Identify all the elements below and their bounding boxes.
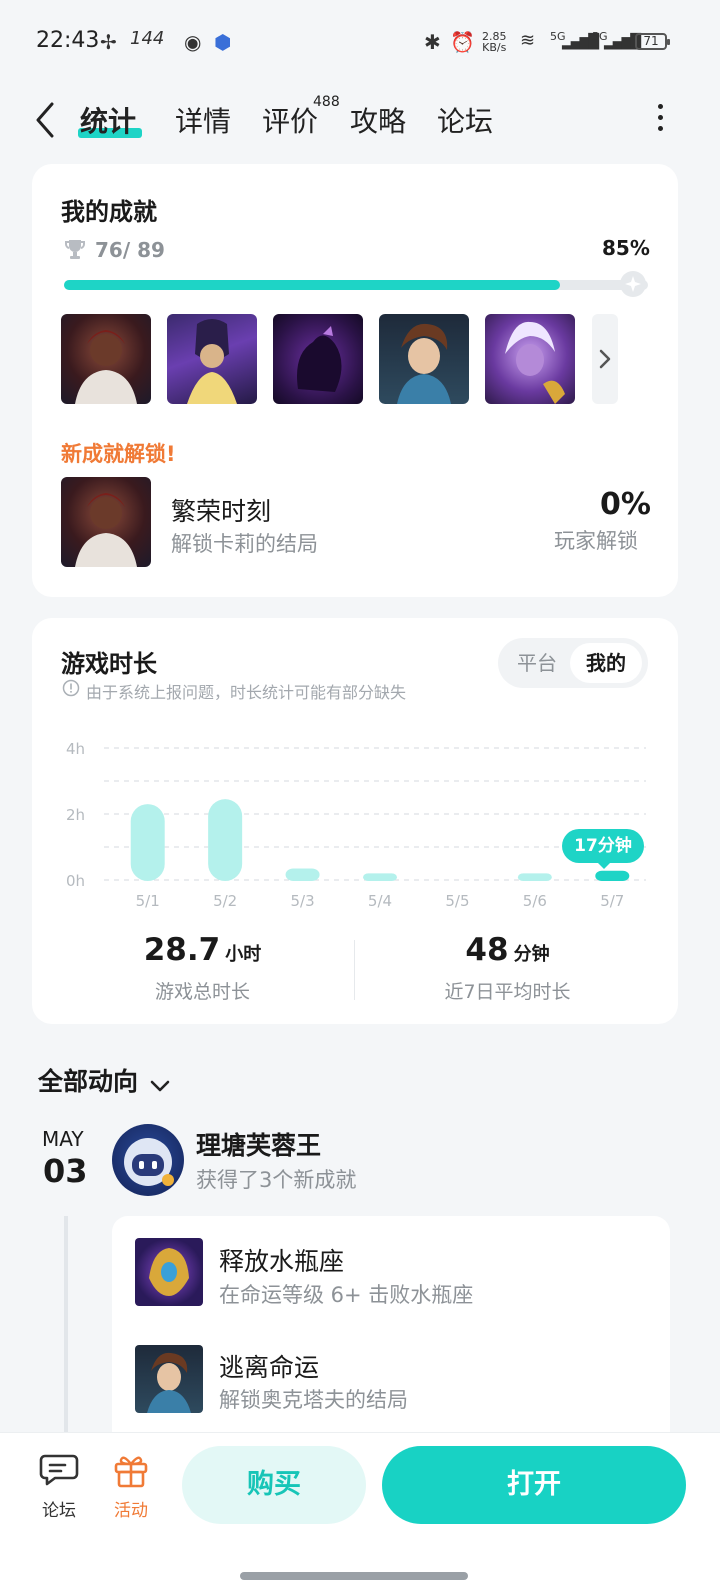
buy-button[interactable]: 购买: [182, 1446, 366, 1524]
tab-details[interactable]: 详情: [175, 100, 231, 140]
chevron-down-icon: [150, 1080, 170, 1091]
unlock-rate: 0%: [600, 487, 651, 522]
y-tick-label: 4h: [66, 740, 85, 758]
forum-button[interactable]: 论坛: [36, 1452, 82, 1521]
achievement-thumbnail[interactable]: [379, 314, 469, 404]
playtime-bar-chart: 0h 2h 4h 5/1 5/2 5/3 5/4 5/5 5/6 5/7: [66, 740, 646, 910]
achievement-thumbnail[interactable]: [167, 314, 257, 404]
tab-forum[interactable]: 论坛: [437, 100, 493, 140]
chart-bar: [208, 799, 243, 881]
new-achievement-desc: 解锁卡莉的结局: [171, 532, 318, 556]
toggle-platform[interactable]: 平台: [504, 643, 570, 683]
trophy-icon: [65, 240, 85, 259]
x-tick-label: 5/4: [368, 892, 392, 910]
feed-achievement-thumbnail[interactable]: [135, 1345, 203, 1413]
x-tick-label: 5/7: [600, 892, 624, 910]
timeline-line: [64, 1216, 68, 1432]
feed-filter-dropdown[interactable]: 全部动向: [38, 1062, 171, 1098]
feed-action: 获得了3个新成就: [196, 1168, 357, 1192]
achievement-progress-bar: [64, 280, 648, 290]
total-playtime-unit: 小时: [225, 944, 262, 965]
network-speed: 2.85 KB/s: [482, 30, 507, 54]
tooltip-pointer: [597, 862, 611, 869]
x-tick-label: 5/3: [291, 892, 315, 910]
signal2-icon: ▂▄▆█: [604, 34, 641, 50]
x-tick-label: 5/2: [213, 892, 237, 910]
achievement-percent: 85%: [602, 236, 650, 260]
chart-bar: [595, 870, 630, 881]
avg-playtime-label: 近7日平均时长: [444, 981, 571, 1003]
playtime-source-toggle: 平台 我的: [498, 638, 648, 688]
feed-item-desc: 解锁奥克塔夫的结局: [219, 1388, 408, 1412]
x-tick-label: 5/6: [523, 892, 547, 910]
review-count-badge: 488: [313, 94, 340, 110]
x-tick-label: 5/1: [136, 892, 160, 910]
new-achievement-thumbnail[interactable]: [61, 477, 151, 567]
tab-reviews[interactable]: 评价: [262, 100, 318, 140]
chart-bar: [517, 873, 552, 881]
open-button[interactable]: 打开: [382, 1446, 686, 1524]
activity-label: 活动: [114, 1501, 148, 1521]
status-time: 22:43: [36, 28, 100, 53]
app-icon: ◉: [184, 30, 202, 54]
progress-end-badge-icon: [620, 271, 646, 297]
new-achievement-name: 繁荣时刻: [171, 497, 272, 526]
back-arrow-icon[interactable]: [34, 102, 56, 138]
x-tick-label: 5/5: [445, 892, 469, 910]
playtime-notice: 由于系统上报问题，时长统计可能有部分缺失: [86, 683, 407, 702]
chart-bar: [363, 873, 397, 881]
wifi-icon: ≋: [520, 30, 536, 51]
chart-bar: [285, 868, 320, 881]
more-menu-icon[interactable]: [658, 104, 664, 132]
new-achievement-label: 新成就解锁!: [61, 442, 176, 466]
avg-playtime-value: 48: [465, 932, 509, 968]
total-playtime-label: 游戏总时长: [154, 981, 250, 1003]
battery-icon: 71: [635, 33, 670, 50]
feed-item-desc: 在命运等级 6+ 击败水瓶座: [219, 1283, 474, 1307]
unlock-rate-label: 玩家解锁: [554, 529, 638, 553]
chart-bar: [130, 804, 165, 881]
shield-app-icon: ⬢: [214, 30, 232, 54]
chevron-right-icon: [599, 349, 611, 369]
feed-achievement-thumbnail[interactable]: [135, 1238, 203, 1306]
achievement-thumbnail[interactable]: [61, 314, 151, 404]
total-playtime-value: 28.7: [143, 932, 221, 968]
total-playtime-stat: 28.7 小时: [40, 932, 365, 968]
info-icon: [62, 679, 80, 697]
y-tick-label: 2h: [66, 806, 85, 824]
bar-tooltip: 17分钟: [562, 829, 644, 863]
feed-month: MAY: [42, 1127, 84, 1151]
home-indicator[interactable]: [240, 1572, 468, 1580]
refresh-rate: 144: [130, 28, 165, 49]
gift-icon: [114, 1456, 148, 1488]
feed-filter-label: 全部动向: [38, 1067, 139, 1096]
fan-icon: ✢: [100, 30, 117, 54]
feed-item-name: 逃离命运: [219, 1353, 320, 1382]
feed-day: 03: [43, 1152, 88, 1190]
activity-button[interactable]: 活动: [108, 1452, 154, 1521]
alarm-icon: ⏰: [450, 30, 475, 54]
tab-stats[interactable]: 统计: [80, 100, 136, 140]
playtime-title: 游戏时长: [61, 650, 157, 678]
feed-item-name: 释放水瓶座: [219, 1247, 345, 1276]
achievements-title: 我的成就: [61, 198, 157, 226]
avg-playtime-stat: 48 分钟: [355, 932, 660, 968]
forum-label: 论坛: [42, 1501, 76, 1521]
forum-chat-icon: [39, 1454, 79, 1486]
avatar[interactable]: [112, 1124, 184, 1196]
toggle-mine[interactable]: 我的: [570, 643, 642, 683]
tab-guides[interactable]: 攻略: [350, 100, 406, 140]
feed-username[interactable]: 理塘芙蓉王: [196, 1126, 321, 1162]
achievement-thumbnail[interactable]: [485, 314, 575, 404]
y-tick-label: 0h: [66, 872, 85, 890]
more-achievements-button[interactable]: [592, 314, 618, 404]
achievement-thumbnail[interactable]: [273, 314, 363, 404]
bluetooth-icon: ✱: [424, 30, 441, 54]
achievement-progress-fill: [64, 280, 561, 290]
status-bar: 22:43 ✢ 144 ◉ ⬢ ✱ ⏰ 2.85 KB/s ≋ 5G ▂▄▆█ 5…: [0, 0, 720, 84]
achievement-count: 76/ 89: [95, 238, 165, 262]
avg-playtime-unit: 分钟: [513, 944, 550, 965]
